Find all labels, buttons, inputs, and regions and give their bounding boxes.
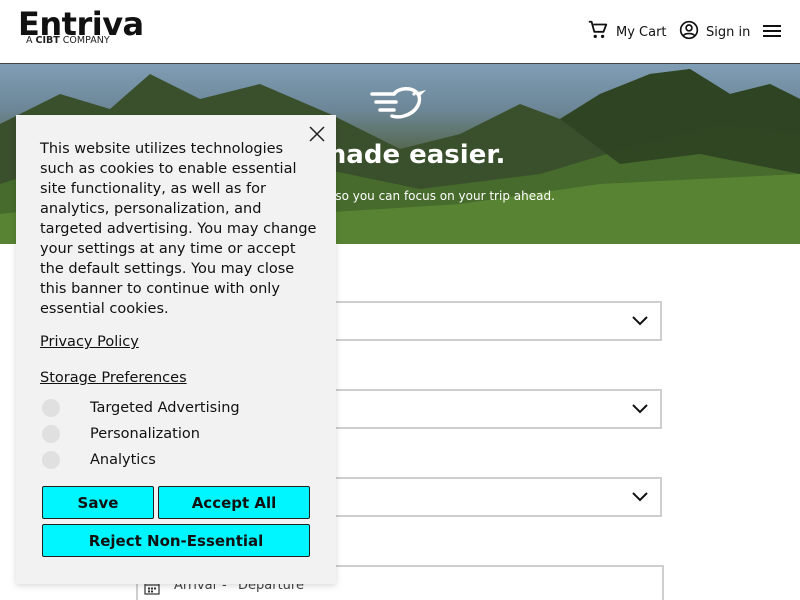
toggle-label: Targeted Advertising (90, 400, 240, 416)
sign-in-link[interactable]: Sign in (679, 20, 750, 44)
cookie-consent-banner: This website utilizes technologies such … (16, 115, 336, 584)
chevron-down-icon (632, 401, 648, 421)
toggle-row-analytics: Analytics (40, 450, 156, 470)
logo-tagline: A CIBT COMPANY (26, 35, 146, 46)
save-button[interactable]: Save (42, 486, 154, 519)
site-header: Entriva A CIBT COMPANY My Cart Sign in (0, 0, 800, 64)
targeted-advertising-toggle[interactable] (40, 398, 78, 418)
toggle-row-personalization: Personalization (40, 424, 200, 444)
logo-tagline-brand: CIBT (35, 35, 60, 46)
privacy-policy-link[interactable]: Privacy Policy (40, 334, 139, 350)
accept-all-button[interactable]: Accept All (158, 486, 310, 519)
toggle-row-targeted-advertising: Targeted Advertising (40, 398, 240, 418)
toggle-label: Personalization (90, 426, 200, 442)
storage-preferences-link[interactable]: Storage Preferences (40, 370, 187, 386)
my-cart-link[interactable]: My Cart (587, 20, 667, 44)
hamburger-menu-icon[interactable] (763, 22, 783, 42)
personalization-toggle[interactable] (40, 424, 78, 444)
my-cart-label: My Cart (616, 24, 667, 40)
cookie-description: This website utilizes technologies such … (40, 141, 317, 317)
user-circle-icon (679, 20, 699, 44)
cart-icon (587, 19, 609, 45)
sign-in-label: Sign in (706, 24, 751, 40)
chevron-down-icon (632, 489, 648, 509)
toggle-label: Analytics (90, 452, 156, 468)
chevron-down-icon (632, 313, 648, 333)
page: Entriva A CIBT COMPANY My Cart Sign in s… (0, 0, 800, 600)
reject-non-essential-button[interactable]: Reject Non-Essential (42, 524, 310, 557)
bird-logo-icon (370, 84, 430, 128)
logo-tagline-prefix: A (26, 35, 33, 46)
logo-tagline-suffix: COMPANY (62, 35, 110, 46)
analytics-toggle[interactable] (40, 450, 78, 470)
